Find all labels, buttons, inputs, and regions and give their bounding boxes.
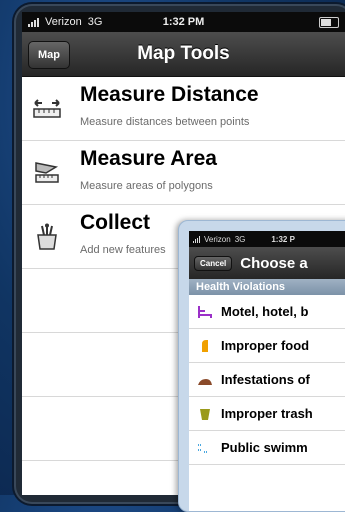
motel-icon (198, 305, 212, 318)
tool-row-measure-distance[interactable]: Measure Distance Measure distances betwe… (22, 77, 345, 141)
list-item-infestation[interactable]: Infestations of (189, 363, 345, 397)
battery-icon (319, 17, 339, 28)
food-icon (202, 339, 208, 352)
tool-subtitle: Add new features (80, 244, 166, 256)
list-item-food[interactable]: Improper food (189, 329, 345, 363)
area-icon (35, 162, 59, 183)
status-bar: Verizon 3G 1:32 P (189, 231, 345, 247)
status-time: 1:32 P (271, 234, 295, 244)
tool-title: Measure Distance (80, 83, 259, 106)
list-item-label: Improper trash (221, 406, 313, 421)
page-title: Choose a (240, 254, 308, 272)
navigation-bar: Map Map Tools (22, 32, 345, 77)
tool-row-measure-area[interactable]: Measure Area Measure areas of polygons (22, 141, 345, 205)
collect-icon (37, 223, 57, 250)
tool-title: Collect (80, 211, 151, 234)
list-item-label: Improper food (221, 338, 310, 353)
status-time: 1:32 PM (162, 16, 205, 28)
navigation-bar: Cancel Choose a (189, 247, 345, 279)
choose-feature-screen: Verizon 3G 1:32 P Cancel Choose a Health… (189, 231, 345, 511)
status-bar: Verizon 3G 1:32 PM (22, 12, 345, 32)
network-type: 3G (234, 234, 246, 244)
list-item-trash[interactable]: Improper trash (189, 397, 345, 431)
carrier-name: Verizon (204, 234, 231, 244)
list-item-swimming[interactable]: Public swimm (189, 431, 345, 465)
list-item-motel[interactable]: Motel, hotel, b (189, 295, 345, 329)
overlay-phone: Verizon 3G 1:32 P Cancel Choose a Health… (178, 220, 345, 512)
tool-title: Measure Area (80, 147, 217, 170)
swimming-icon (198, 443, 207, 453)
tool-subtitle: Measure areas of polygons (80, 180, 213, 192)
ruler-icon (33, 99, 61, 118)
list-item-label: Motel, hotel, b (221, 304, 309, 319)
list-item-label: Public swimm (221, 440, 308, 455)
page-title: Map Tools (137, 43, 230, 64)
trash-icon (200, 408, 210, 420)
section-header: Health Violations (189, 279, 345, 295)
pest-icon (198, 378, 212, 385)
list-item-label: Infestations of (221, 372, 310, 387)
cancel-button[interactable]: Cancel (194, 255, 233, 271)
tool-subtitle: Measure distances between points (80, 116, 250, 128)
signal-icon (193, 235, 200, 243)
